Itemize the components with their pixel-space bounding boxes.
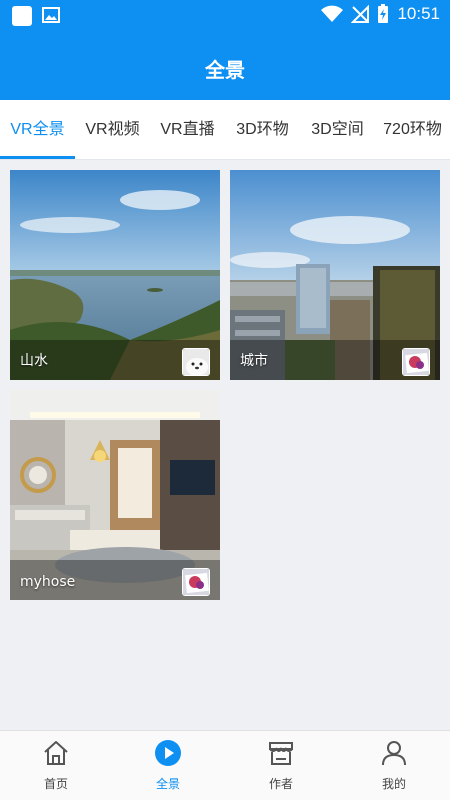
play-icon [155, 740, 181, 766]
tab-3d-space[interactable]: 3D空间 [300, 100, 375, 159]
status-time: 10:51 [397, 4, 440, 23]
nav-panorama-label: 全景 [155, 777, 180, 791]
image-notification-icon [42, 7, 60, 23]
status-bar: 10:51 [0, 0, 450, 32]
tab-720-object[interactable]: 720环物 [375, 100, 450, 159]
tab-vr-video[interactable]: VR视频 [75, 100, 150, 159]
card-title: 山水 [20, 353, 48, 369]
user-icon [382, 741, 406, 766]
home-icon [44, 741, 68, 765]
battery-charging-icon [378, 4, 389, 23]
panorama-card[interactable]: myhose [10, 390, 220, 600]
nav-mine[interactable]: 我的 [338, 731, 450, 800]
store-icon [269, 742, 293, 765]
tab-3d-object[interactable]: 3D环物 [225, 100, 300, 159]
bottom-nav: 首页 全景 作者 我的 [0, 730, 450, 800]
card-title: myhose [20, 574, 76, 590]
app-header: 全景 [0, 32, 450, 100]
tab-indicator [0, 156, 75, 159]
author-avatar [182, 568, 210, 596]
notification-icon [12, 6, 32, 26]
panorama-card[interactable]: 城市 [230, 170, 440, 380]
nav-home-label: 首页 [43, 777, 68, 791]
panorama-card[interactable]: 山水 [10, 170, 220, 380]
nav-author[interactable]: 作者 [225, 731, 337, 800]
tab-vr-live[interactable]: VR直播 [150, 100, 225, 159]
tab-vr-panorama[interactable]: VR全景 [0, 100, 75, 159]
wifi-icon [321, 5, 344, 22]
author-avatar [402, 348, 430, 376]
tab-bar: VR全景 VR视频 VR直播 3D环物 3D空间 720环物 [0, 100, 450, 160]
nav-author-label: 作者 [268, 777, 293, 791]
card-title: 城市 [240, 353, 268, 369]
nav-mine-label: 我的 [381, 777, 406, 791]
author-avatar [182, 348, 210, 376]
page-title: 全景 [205, 58, 245, 82]
nav-home[interactable]: 首页 [0, 731, 112, 800]
no-signal-icon [351, 5, 370, 23]
nav-panorama[interactable]: 全景 [112, 731, 224, 800]
